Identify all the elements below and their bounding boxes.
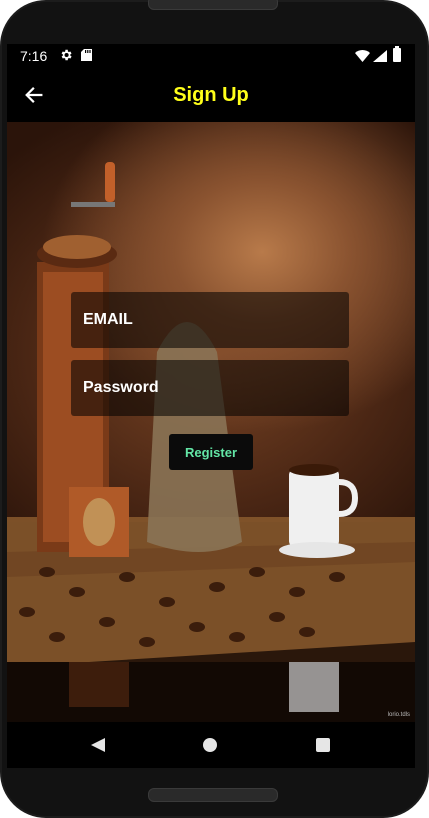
register-button[interactable]: Register bbox=[169, 434, 253, 470]
page-title: Sign Up bbox=[173, 84, 249, 106]
signal-icon bbox=[373, 50, 387, 62]
wifi-icon bbox=[355, 50, 370, 62]
nav-back-icon[interactable] bbox=[91, 738, 105, 752]
phone-frame: 7:16 Sign Up EMAIL Register lorio.tdls bbox=[0, 0, 429, 818]
sd-card-icon bbox=[81, 49, 92, 61]
status-time: 7:16 bbox=[20, 48, 48, 64]
gear-icon bbox=[61, 49, 72, 61]
battery-icon bbox=[393, 46, 401, 62]
password-field[interactable] bbox=[71, 360, 349, 416]
system-nav-bar bbox=[7, 722, 415, 768]
coffee-photo-background: Register lorio.tdls bbox=[7, 122, 415, 722]
email-field[interactable] bbox=[71, 292, 349, 348]
nav-home-icon[interactable] bbox=[203, 738, 217, 752]
nav-recents-icon[interactable] bbox=[316, 738, 330, 752]
status-bar: 7:16 bbox=[7, 44, 415, 68]
photo-credit: lorio.tdls bbox=[387, 712, 410, 718]
screen: 7:16 Sign Up EMAIL Register lorio.tdls bbox=[7, 44, 415, 768]
top-speaker bbox=[148, 0, 278, 10]
bottom-speaker bbox=[148, 788, 278, 802]
coffee-scene-illustration bbox=[7, 162, 415, 722]
app-bar: Sign Up bbox=[7, 68, 415, 122]
